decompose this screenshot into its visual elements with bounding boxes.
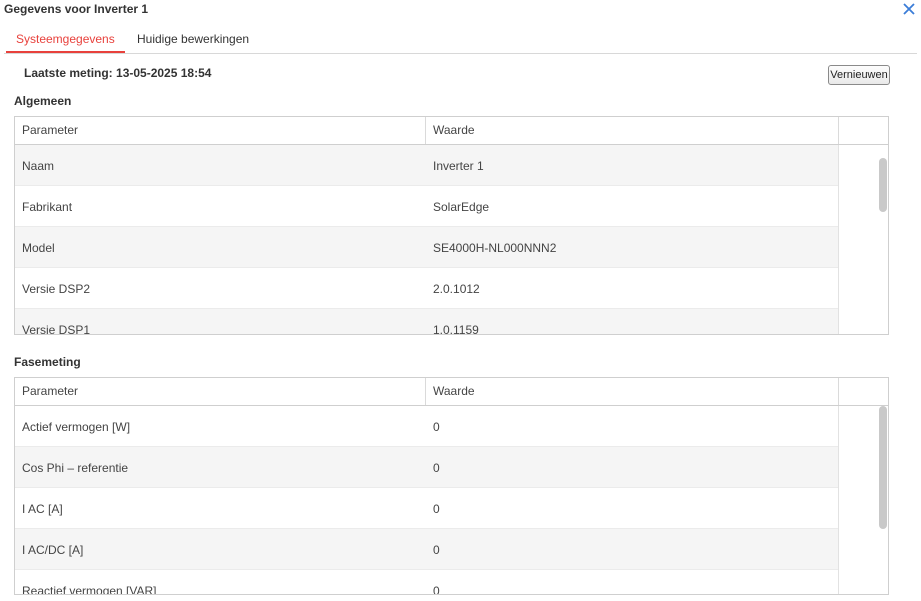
column-header-parameter[interactable]: Parameter — [15, 378, 426, 405]
cell-value: 1.0.1159 — [433, 323, 479, 334]
scrollbar-thumb[interactable] — [879, 158, 887, 212]
table-row[interactable]: Fabrikant SolarEdge — [15, 186, 839, 227]
cell-value: 2.0.1012 — [433, 282, 480, 296]
table-row[interactable]: Model SE4000H-NL000NNN2 — [15, 227, 839, 268]
cell-parameter: Fabrikant — [22, 200, 73, 214]
cell-value: 0 — [433, 461, 440, 475]
grid-fasemeting: Parameter Waarde Actief vermogen [W] 0 C… — [14, 377, 889, 595]
scrollbar-track[interactable] — [838, 145, 888, 334]
table-row[interactable]: Cos Phi – referentie 0 — [15, 447, 839, 488]
cell-parameter: Cos Phi – referentie — [22, 461, 129, 475]
tab-systeemgegevens[interactable]: Systeemgegevens — [6, 31, 125, 53]
close-icon[interactable] — [902, 2, 916, 16]
cell-parameter: I AC [A] — [22, 502, 63, 516]
table-row[interactable]: I AC/DC [A] 0 — [15, 529, 839, 570]
cell-value: Inverter 1 — [433, 159, 484, 173]
cell-value: 0 — [433, 543, 440, 557]
cell-parameter: Actief vermogen [W] — [22, 420, 131, 434]
table-row[interactable]: Versie DSP1 1.0.1159 — [15, 309, 839, 334]
cell-value: 0 — [433, 584, 440, 594]
cell-value: 0 — [433, 502, 440, 516]
grid-algemeen: Parameter Waarde Naam Inverter 1 Fabrika… — [14, 116, 889, 335]
grid-header: Parameter Waarde — [15, 117, 888, 145]
cell-parameter: Model — [22, 241, 55, 255]
cell-parameter: I AC/DC [A] — [22, 543, 84, 557]
refresh-button[interactable]: Vernieuwen — [828, 65, 890, 85]
table-row[interactable]: Reactief vermogen [VAR] 0 — [15, 570, 839, 594]
table-row[interactable]: I AC [A] 0 — [15, 488, 839, 529]
tab-bar: Systeemgegevens Huidige bewerkingen — [4, 31, 917, 54]
cell-value: 0 — [433, 420, 440, 434]
scrollbar-track[interactable] — [838, 406, 888, 594]
column-header-waarde[interactable]: Waarde — [426, 117, 839, 144]
table-row[interactable]: Versie DSP2 2.0.1012 — [15, 268, 839, 309]
section-title-algemeen: Algemeen — [14, 94, 72, 108]
table-row[interactable]: Actief vermogen [W] 0 — [15, 406, 839, 447]
cell-value: SolarEdge — [433, 200, 490, 214]
column-header-spacer — [839, 378, 888, 405]
column-header-waarde[interactable]: Waarde — [426, 378, 839, 405]
cell-parameter: Naam — [22, 159, 55, 173]
grid-body: Actief vermogen [W] 0 Cos Phi – referent… — [15, 406, 839, 594]
cell-parameter: Versie DSP1 — [22, 323, 91, 334]
grid-header: Parameter Waarde — [15, 378, 888, 406]
table-row[interactable]: Naam Inverter 1 — [15, 145, 839, 186]
scrollbar-thumb[interactable] — [879, 406, 887, 529]
column-header-parameter[interactable]: Parameter — [15, 117, 426, 144]
last-measurement-label: Laatste meting: 13-05-2025 18:54 — [24, 66, 212, 80]
dialog-title: Gegevens voor Inverter 1 — [4, 2, 149, 16]
section-title-fasemeting: Fasemeting — [14, 355, 81, 369]
column-header-spacer — [839, 117, 888, 144]
cell-value: SE4000H-NL000NNN2 — [433, 241, 557, 255]
grid-body: Naam Inverter 1 Fabrikant SolarEdge Mode… — [15, 145, 839, 334]
cell-parameter: Reactief vermogen [VAR] — [22, 584, 157, 594]
tab-huidige-bewerkingen[interactable]: Huidige bewerkingen — [137, 31, 249, 51]
cell-parameter: Versie DSP2 — [22, 282, 91, 296]
